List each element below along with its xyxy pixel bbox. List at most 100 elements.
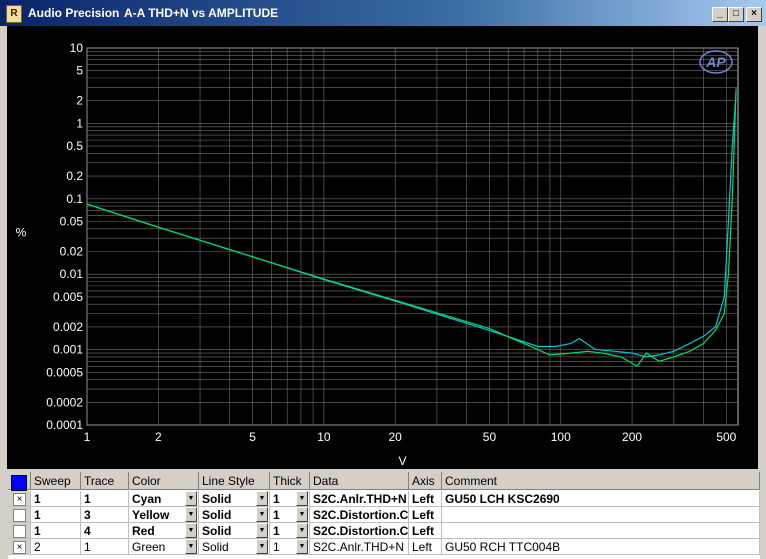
trace-table[interactable]: Sweep Trace Color Line Style Thick Data … (8, 472, 760, 559)
thd-amplitude-chart: 1 2 5 10 20 50 100 200 500 10 5 2 1 0.5 0.2 0.1 0.05 0.02… (16, 41, 739, 468)
dropdown-arrow-icon[interactable]: ▼ (256, 507, 268, 522)
y-axis-label: % (16, 226, 27, 240)
dropdown-arrow-icon[interactable]: ▼ (185, 507, 197, 522)
cell-style[interactable]: Solid ▼ (199, 491, 270, 507)
dropdown-arrow-icon[interactable]: ▼ (185, 539, 197, 554)
y-tick-label: 0.01 (60, 267, 84, 281)
cell-thick[interactable]: 1 ▼ (270, 539, 310, 555)
col-sweep[interactable]: Sweep (31, 472, 81, 490)
row-checkbox[interactable]: × (13, 493, 26, 506)
cell-comment[interactable] (442, 523, 760, 539)
x-tick-label: 100 (551, 430, 571, 444)
cell-sweep[interactable]: 1 (31, 523, 81, 539)
col-data[interactable]: Data (310, 472, 409, 490)
cell-sweep[interactable]: 1 (31, 491, 81, 507)
x-tick-label: 20 (389, 430, 403, 444)
cell-data-text: S2C.Anlr.THD+N (313, 540, 405, 554)
graph-area[interactable]: 1 2 5 10 20 50 100 200 500 10 5 2 1 0.5 0.2 0.1 0.05 0.02… (7, 26, 758, 469)
cell-sweep[interactable]: 2 (31, 539, 81, 555)
x-axis-label: V (398, 454, 406, 468)
x-tick-label: 500 (716, 430, 736, 444)
cell-trace-text: 3 (84, 508, 91, 522)
cell-data[interactable]: S2C.Anlr.THD+N l (310, 491, 409, 507)
y-tick-label: 0.02 (60, 245, 84, 259)
cell-trace[interactable]: 3 (81, 507, 129, 523)
y-tick-label: 10 (70, 41, 84, 55)
cell-color[interactable]: Cyan ▼ (129, 491, 199, 507)
dropdown-arrow-icon[interactable]: ▼ (256, 523, 268, 538)
y-tick-label: 0.2 (66, 169, 83, 183)
app-name: Audio Precision (28, 6, 120, 20)
cell-trace[interactable]: 1 (81, 539, 129, 555)
cell-axis[interactable]: Left (409, 507, 442, 523)
cell-thick-text: 1 (273, 540, 280, 554)
col-line-style[interactable]: Line Style (199, 472, 270, 490)
graph-title: A-A THD+N vs AMPLITUDE (124, 6, 279, 20)
cell-thick[interactable]: 1 ▼ (270, 507, 310, 523)
dropdown-arrow-icon[interactable]: ▼ (185, 523, 197, 538)
row-checkbox[interactable]: × (13, 541, 26, 554)
x-tick-label: 50 (483, 430, 497, 444)
row-checkbox-cell[interactable] (8, 523, 31, 539)
cell-trace[interactable]: 4 (81, 523, 129, 539)
cell-axis[interactable]: Left (409, 523, 442, 539)
minimize-button[interactable]: _ (712, 7, 728, 22)
dropdown-arrow-icon[interactable]: ▼ (185, 491, 197, 506)
y-tick-label: 0.002 (53, 320, 83, 334)
cell-axis[interactable]: Left (409, 539, 442, 555)
close-button[interactable]: × (746, 7, 762, 22)
maximize-button[interactable]: □ (728, 7, 744, 22)
row-checkbox-cell[interactable]: × (8, 539, 31, 555)
cell-color[interactable]: Red ▼ (129, 523, 199, 539)
col-thick[interactable]: Thick (270, 472, 310, 490)
cell-data[interactable]: S2C.Distortion.Cl (310, 507, 409, 523)
cell-axis[interactable]: Left (409, 491, 442, 507)
dropdown-arrow-icon[interactable]: ▼ (296, 523, 308, 538)
row-checkbox[interactable] (13, 525, 26, 538)
x-tick-label: 200 (622, 430, 642, 444)
dropdown-arrow-icon[interactable]: ▼ (256, 539, 268, 554)
cell-color-text: Red (132, 524, 155, 538)
dropdown-arrow-icon[interactable]: ▼ (256, 491, 268, 506)
cell-sweep[interactable]: 1 (31, 507, 81, 523)
dropdown-arrow-icon[interactable]: ▼ (296, 539, 308, 554)
cell-color[interactable]: Yellow ▼ (129, 507, 199, 523)
app-icon: R (6, 5, 22, 23)
cell-thick[interactable]: 1 ▼ (270, 491, 310, 507)
cell-trace[interactable]: 1 (81, 491, 129, 507)
cell-data-text: S2C.Distortion.Cl (313, 524, 409, 538)
cell-axis-text: Left (412, 524, 434, 538)
dropdown-arrow-icon[interactable]: ▼ (296, 491, 308, 506)
col-color[interactable]: Color (129, 472, 199, 490)
cell-data[interactable]: S2C.Distortion.Cl (310, 523, 409, 539)
row-checkbox-cell[interactable]: × (8, 491, 31, 507)
cell-style[interactable]: Solid ▼ (199, 539, 270, 555)
col-comment[interactable]: Comment (442, 472, 760, 490)
cell-style-text: Solid (202, 540, 229, 554)
cell-thick[interactable]: 1 ▼ (270, 523, 310, 539)
select-all-cell[interactable] (8, 472, 31, 491)
cell-trace-text: 4 (84, 524, 91, 538)
cell-comment[interactable]: GU50 RCH TTC004B (442, 539, 760, 555)
row-checkbox[interactable] (13, 509, 26, 522)
cell-data-text: S2C.Anlr.THD+N l (313, 492, 409, 506)
x-tick-label: 10 (317, 430, 331, 444)
row-checkbox-cell[interactable] (8, 507, 31, 523)
y-tick-label: 1 (76, 116, 83, 130)
cell-style[interactable]: Solid ▼ (199, 523, 270, 539)
cell-comment[interactable] (442, 507, 760, 523)
cell-axis-text: Left (412, 492, 434, 506)
cell-trace-text: 1 (84, 492, 91, 506)
cell-comment[interactable]: GU50 LCH KSC2690 (442, 491, 760, 507)
y-tick-label: 2 (76, 94, 83, 108)
y-tick-label: 0.001 (53, 343, 83, 357)
cell-style-text: Solid (202, 492, 232, 506)
cell-color[interactable]: Green ▼ (129, 539, 199, 555)
y-tick-label: 0.1 (66, 192, 83, 206)
cell-data[interactable]: S2C.Anlr.THD+N (310, 539, 409, 555)
col-axis[interactable]: Axis (409, 472, 442, 490)
dropdown-arrow-icon[interactable]: ▼ (296, 507, 308, 522)
cell-thick-text: 1 (273, 524, 280, 538)
col-trace[interactable]: Trace (81, 472, 129, 490)
cell-style[interactable]: Solid ▼ (199, 507, 270, 523)
